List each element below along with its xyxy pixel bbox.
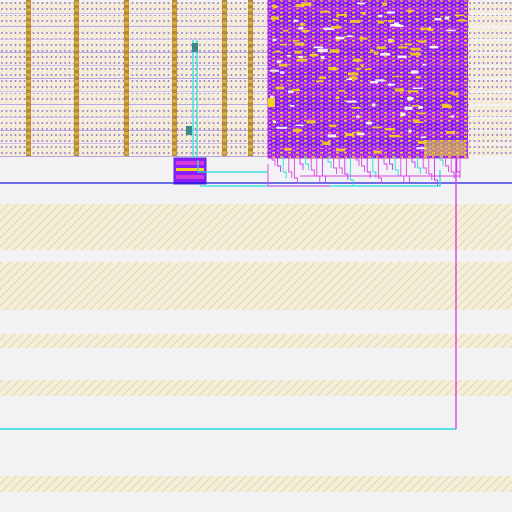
layout-view[interactable] bbox=[0, 0, 512, 512]
standard-cell-rows bbox=[0, 0, 268, 157]
io-cell[interactable] bbox=[173, 157, 207, 185]
layout-canvas[interactable] bbox=[0, 0, 512, 512]
macro-block[interactable] bbox=[267, 0, 469, 159]
